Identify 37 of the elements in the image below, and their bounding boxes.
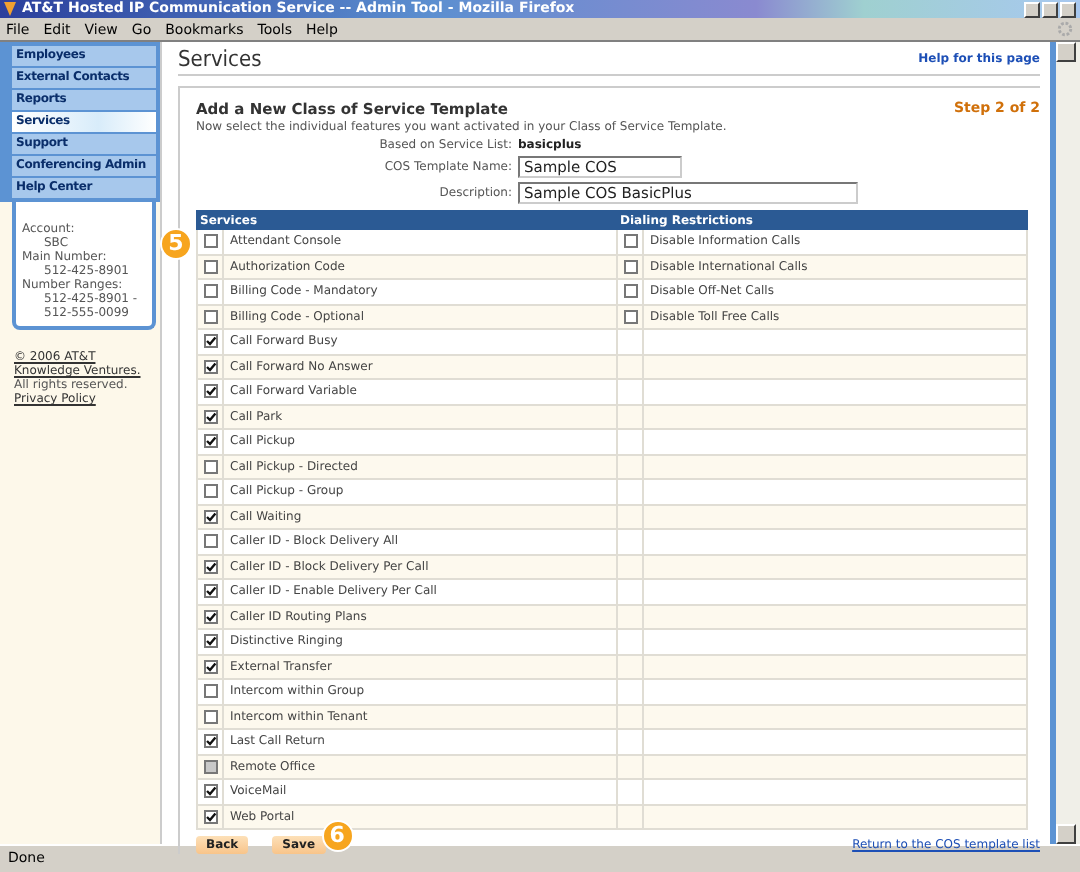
scroll-down-button[interactable]	[1056, 824, 1076, 844]
checkbox[interactable]	[203, 584, 217, 599]
checkbox[interactable]	[203, 509, 217, 524]
checkbox[interactable]	[203, 284, 217, 299]
maximize-button[interactable]	[1042, 1, 1058, 17]
checkbox[interactable]	[203, 684, 217, 699]
checkbox[interactable]	[203, 334, 217, 349]
checkbox[interactable]	[203, 484, 217, 499]
checkbox[interactable]	[203, 359, 217, 374]
scroll-up-button[interactable]	[1056, 42, 1076, 62]
scrollbar[interactable]	[1050, 42, 1080, 844]
gear-icon	[1056, 20, 1074, 38]
checkbox[interactable]	[203, 234, 217, 249]
checkbox[interactable]	[203, 434, 217, 449]
close-button[interactable]	[1060, 1, 1076, 17]
checkbox[interactable]	[203, 384, 217, 399]
checkbox[interactable]	[203, 709, 217, 724]
checkbox[interactable]	[623, 284, 637, 299]
checkbox[interactable]	[203, 784, 217, 799]
checkbox[interactable]	[203, 609, 217, 624]
checkbox[interactable]	[203, 409, 217, 424]
checkbox[interactable]	[203, 559, 217, 574]
minimize-button[interactable]	[1024, 1, 1040, 17]
callout-badge: 5	[160, 228, 192, 260]
checkbox[interactable]	[623, 309, 637, 324]
page-title: Services	[178, 46, 262, 72]
checkbox[interactable]	[203, 309, 217, 324]
checkbox[interactable]	[203, 734, 217, 749]
checkbox[interactable]	[203, 659, 217, 674]
checkbox[interactable]	[203, 634, 217, 649]
checkbox[interactable]	[623, 234, 637, 249]
checkbox[interactable]	[203, 534, 217, 549]
checkbox[interactable]	[203, 259, 217, 274]
app-icon	[4, 2, 16, 16]
checkbox[interactable]	[203, 459, 217, 474]
checkbox[interactable]	[203, 809, 217, 824]
checkbox[interactable]	[623, 259, 637, 274]
